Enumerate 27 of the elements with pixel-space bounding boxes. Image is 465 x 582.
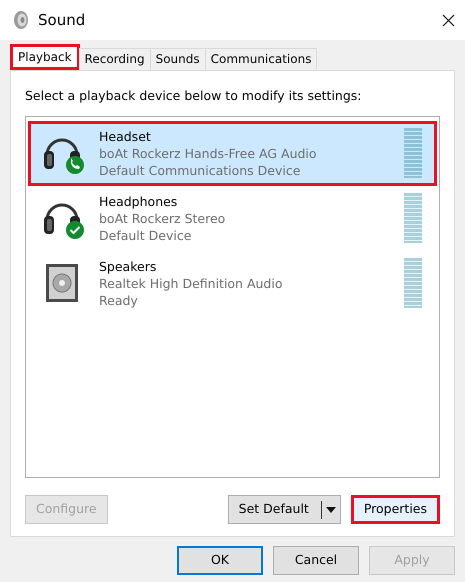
device-row[interactable]: Speakers Realtek High Definition Audio Ready xyxy=(28,250,437,316)
level-meter xyxy=(404,258,422,308)
device-description: boAt Rockerz Stereo xyxy=(99,210,226,227)
device-row[interactable]: Headset boAt Rockerz Hands-Free AG Audio Default Communications Device xyxy=(28,120,437,186)
window-title: Sound xyxy=(38,10,86,31)
button[interactable]: Cancel xyxy=(273,546,359,575)
tab[interactable]: Recording xyxy=(78,48,151,70)
device-row[interactable]: Headphones boAt Rockerz Stereo Default Device xyxy=(28,186,437,251)
tab[interactable]: Communications xyxy=(204,48,318,70)
caret-icon[interactable] xyxy=(326,506,336,512)
device-description: Realtek High Definition Audio xyxy=(99,274,284,292)
device-status: Default Device xyxy=(99,226,192,244)
close-icon[interactable] xyxy=(442,14,455,26)
device-description: boAt Rockerz Hands-Free AG Audio xyxy=(99,144,318,162)
level-meter xyxy=(404,193,422,244)
button[interactable]: Properties xyxy=(350,495,440,524)
device-status: Ready xyxy=(99,292,139,309)
level-meter xyxy=(404,128,422,178)
device-name: Headphones xyxy=(99,192,178,210)
device-name: Speakers xyxy=(99,258,158,275)
device-name: Headset xyxy=(99,128,152,145)
instruction-text: Select a playback device below to modify its settings: xyxy=(25,87,363,105)
speaker-icon xyxy=(12,10,30,30)
split-button[interactable]: Set Default xyxy=(228,495,341,524)
button[interactable]: OK xyxy=(177,546,263,575)
device-status: Default Communications Device xyxy=(99,162,302,179)
tab[interactable]: Playback xyxy=(10,44,80,70)
